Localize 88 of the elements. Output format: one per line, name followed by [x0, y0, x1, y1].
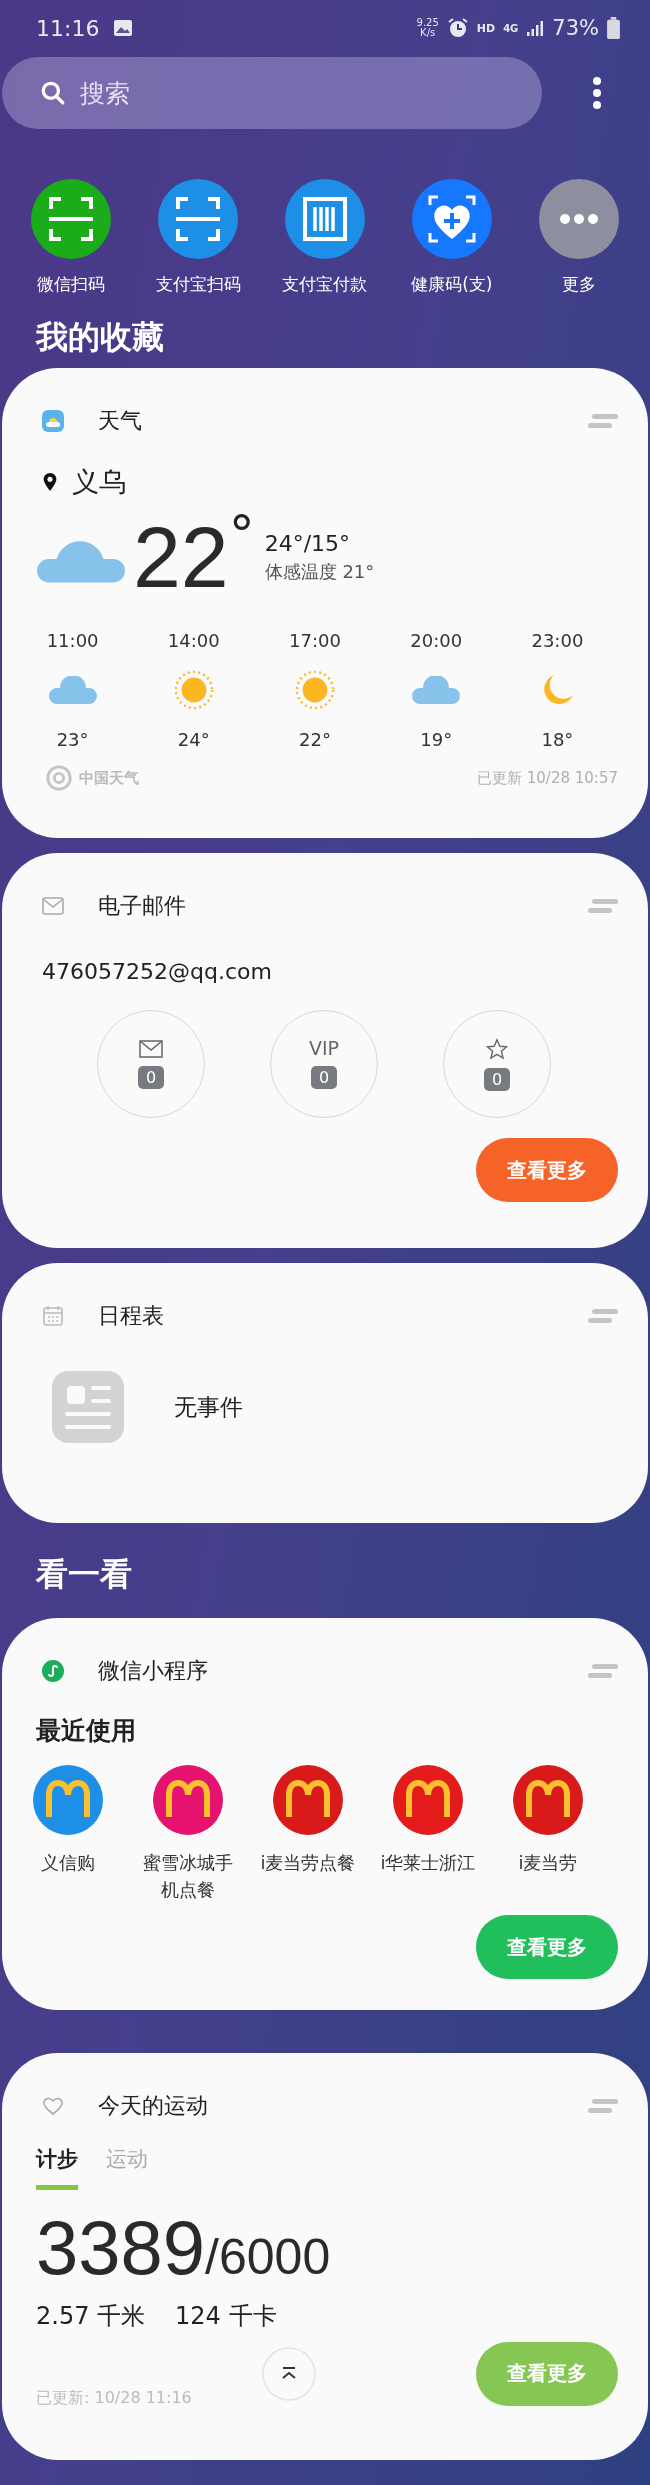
app-name: 蜜雪冰城手机点餐	[142, 1851, 234, 1902]
count-badge: 0	[137, 1065, 165, 1089]
battery-level: 73%	[552, 16, 599, 40]
net-speed: 9.25	[416, 17, 439, 28]
shortcut-label: 支付宝扫码	[155, 273, 241, 296]
distance: 2.57 千米	[36, 2301, 146, 2332]
hour-temperature: 23°	[56, 729, 89, 750]
drag-handle-icon[interactable]	[588, 1663, 618, 1679]
step-goal: /6000	[205, 2229, 331, 2286]
heart-icon	[42, 2096, 64, 2116]
sun-icon	[294, 669, 336, 711]
network-type: 4G	[503, 22, 519, 34]
hour-time: 17:00	[289, 630, 341, 651]
app-logo-icon[interactable]	[153, 1765, 223, 1835]
hour-temperature: 18°	[541, 729, 574, 750]
drag-handle-icon[interactable]	[588, 1308, 618, 1324]
card-title: 今天的运动	[98, 2092, 208, 2120]
shortcut-label: 更多	[561, 273, 596, 296]
city-name: 义乌	[72, 465, 126, 499]
card-title: 日程表	[98, 1302, 164, 1330]
signal-icon	[526, 19, 545, 37]
hour-temperature: 22°	[299, 729, 331, 750]
degree-sign: °	[228, 508, 255, 560]
status-time: 11:16	[36, 15, 100, 41]
drag-handle-icon[interactable]	[588, 898, 618, 914]
update-time: 已更新: 10/28 11:16	[36, 2388, 192, 2409]
calendar-icon	[42, 1305, 64, 1327]
tab[interactable]: 运动	[106, 2145, 148, 2190]
email-address: 476057252@qq.com	[42, 959, 273, 984]
more-icon[interactable]	[538, 179, 619, 259]
net-unit: K/s	[420, 28, 436, 39]
hour-temperature: 24°	[177, 729, 210, 750]
drag-handle-icon[interactable]	[588, 2098, 618, 2114]
hour-time: 20:00	[410, 630, 463, 651]
shortcut-label: 支付宝付款	[282, 273, 368, 296]
view-more-button[interactable]: 查看更多	[476, 1915, 618, 1979]
app-logo-icon[interactable]	[513, 1765, 583, 1835]
image-icon	[113, 19, 134, 37]
cloud-icon	[48, 676, 97, 704]
location-pin-icon	[42, 472, 58, 492]
battery-icon	[607, 17, 620, 39]
card-title: 电子邮件	[98, 892, 186, 920]
hour-temperature: 19°	[420, 729, 453, 750]
scan-icon[interactable]	[158, 179, 239, 259]
calories: 124 千卡	[175, 2301, 277, 2332]
feels-like: 体感温度 21°	[264, 559, 375, 584]
envelope-icon	[42, 897, 64, 915]
tab[interactable]: 计步	[36, 2145, 78, 2190]
current-temperature: 22	[133, 514, 229, 600]
card-title: 天气	[98, 407, 142, 435]
section-title: 看一看	[35, 1554, 133, 1595]
section-title: 我的收藏	[34, 317, 165, 358]
app-name: i华莱士浙江	[379, 1851, 477, 1875]
weather-app-icon	[42, 410, 64, 432]
hd-label: HD	[476, 21, 496, 35]
step-count: 3389	[36, 2210, 206, 2286]
card-title: 微信小程序	[98, 1657, 208, 1685]
count-badge: 0	[310, 1066, 338, 1089]
drag-handle-icon[interactable]	[588, 413, 618, 429]
shortcut-label: 健康码(支)	[411, 273, 493, 296]
app-logo-icon[interactable]	[33, 1765, 103, 1835]
app-name: i麦当劳	[517, 1851, 579, 1875]
envelope-icon	[139, 1039, 163, 1058]
weather-source: 中国天气	[79, 768, 139, 788]
cloud-icon	[412, 676, 461, 704]
search-icon	[40, 80, 66, 106]
alarm-icon	[446, 17, 469, 39]
barcode-icon[interactable]	[285, 179, 365, 259]
sun-icon	[172, 669, 215, 711]
app-logo-icon[interactable]	[273, 1765, 343, 1835]
section-heading: 最近使用	[36, 1715, 137, 1747]
more-menu-icon[interactable]	[592, 75, 602, 111]
update-time: 已更新 10/28 10:57	[477, 768, 618, 788]
app-name: 义信购	[40, 1851, 96, 1875]
app-logo-icon[interactable]	[393, 1765, 463, 1835]
document-icon	[52, 1371, 124, 1443]
hour-time: 23:00	[531, 630, 584, 651]
count-badge: 0	[483, 1067, 511, 1091]
hour-time: 14:00	[167, 630, 220, 651]
temperature-range: 24°/15°	[264, 530, 352, 556]
star-icon	[486, 1037, 508, 1060]
view-more-button[interactable]: 查看更多	[476, 1138, 618, 1202]
no-events-text: 无事件	[174, 1392, 243, 1422]
shortcut-label: 微信扫码	[37, 273, 106, 296]
scan-icon[interactable]	[31, 179, 112, 259]
app-name: i麦当劳点餐	[259, 1851, 357, 1875]
hour-time: 11:00	[46, 630, 99, 651]
vip-label: VIP	[308, 1039, 340, 1058]
